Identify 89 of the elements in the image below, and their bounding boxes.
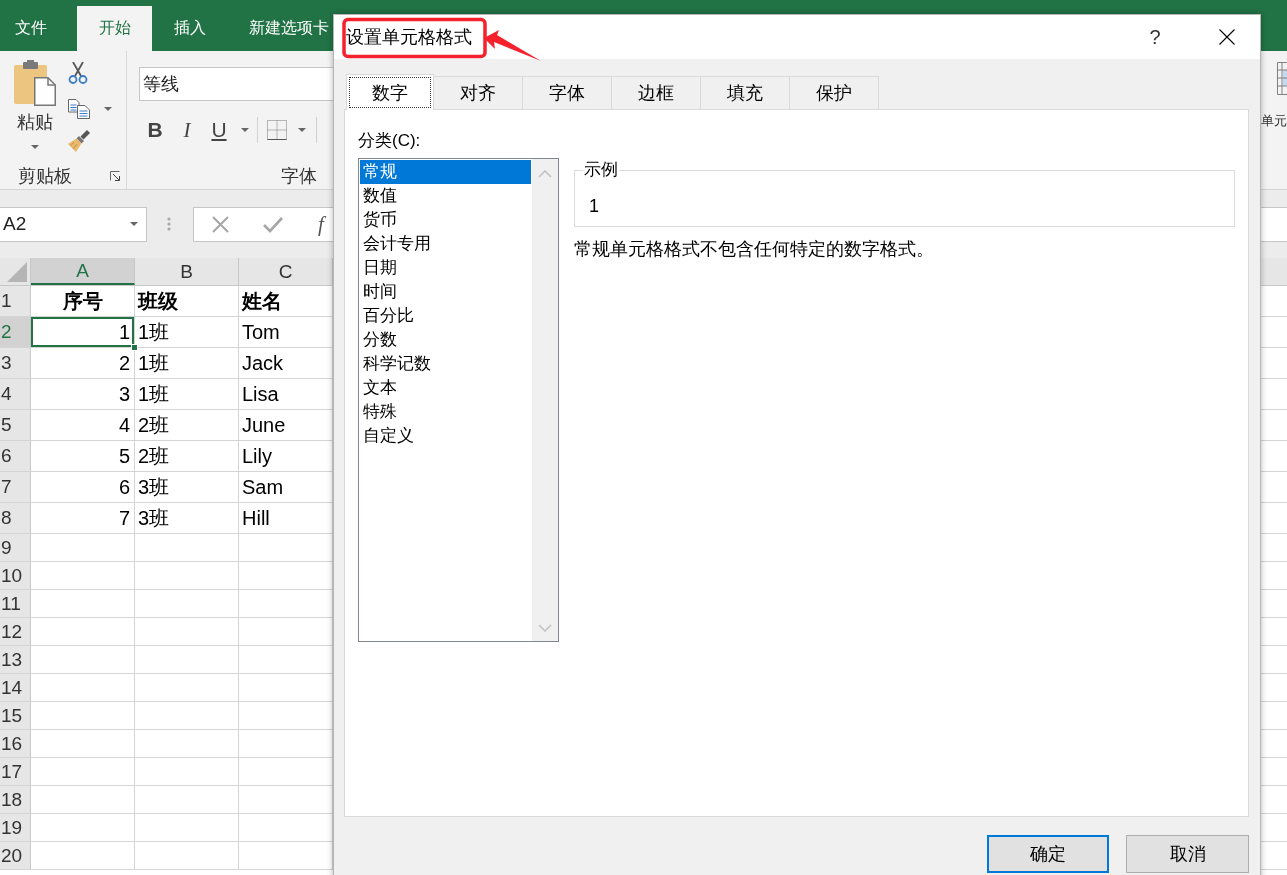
row-header[interactable]: 8 [0, 503, 31, 533]
table-cell: 4 [31, 410, 135, 440]
row-header[interactable]: 13 [0, 646, 31, 673]
dropdown-caret-icon[interactable] [104, 106, 112, 111]
row-header[interactable]: 7 [0, 472, 31, 502]
category-item[interactable]: 特殊 [360, 400, 531, 424]
table-icon[interactable] [1277, 62, 1287, 95]
italic-button[interactable]: I [175, 116, 199, 144]
category-item[interactable]: 数值 [360, 184, 531, 208]
category-item[interactable]: 会计专用 [360, 232, 531, 256]
table-cell: 3班 [135, 503, 239, 533]
cancel-button[interactable]: 取消 [1126, 835, 1249, 873]
ok-button[interactable]: 确定 [987, 835, 1109, 873]
table-cell: 班级 [135, 286, 239, 316]
category-item[interactable]: 分数 [360, 328, 531, 352]
row-header[interactable]: 14 [0, 674, 31, 701]
group-label: 单元 [1261, 112, 1287, 130]
row-header[interactable]: 3 [0, 348, 31, 378]
category-item[interactable]: 文本 [360, 376, 531, 400]
group-label: 示例 [583, 160, 619, 180]
row-header[interactable]: 19 [0, 814, 31, 841]
category-item[interactable]: 自定义 [360, 424, 531, 448]
category-item[interactable]: 科学记数 [360, 352, 531, 376]
name-box[interactable]: A2 [0, 206, 147, 242]
table-cell: 5 [31, 441, 135, 471]
column-header[interactable]: B [135, 258, 239, 285]
row-header[interactable]: 5 [0, 410, 31, 440]
dropdown-caret-icon[interactable] [31, 145, 39, 149]
scissors-icon[interactable] [68, 62, 88, 84]
column-header[interactable]: A [31, 258, 135, 285]
ribbon-tab[interactable]: 插入 [152, 6, 227, 51]
copy-icon[interactable] [68, 98, 90, 119]
dialog-tab[interactable]: 保护 [789, 76, 879, 109]
row-header[interactable]: 11 [0, 590, 31, 617]
help-button[interactable]: ? [1132, 15, 1178, 59]
table-cell: 1班 [135, 379, 239, 409]
category-label: 分类(C): [358, 131, 421, 151]
dialog-tab[interactable]: 数字 [346, 74, 434, 110]
row-header[interactable]: 12 [0, 618, 31, 645]
table-cell: 序号 [31, 286, 135, 316]
category-item[interactable]: 百分比 [360, 304, 531, 328]
row-header[interactable]: 2 [0, 317, 31, 347]
table-cell: 6 [31, 472, 135, 502]
category-item[interactable]: 货币 [360, 208, 531, 232]
row-header[interactable]: 10 [0, 562, 31, 589]
grip-icon [167, 217, 171, 231]
dialog-launcher-icon[interactable] [110, 171, 120, 181]
row-header[interactable]: 6 [0, 441, 31, 471]
clipboard-icon [14, 60, 56, 106]
description-text: 常规单元格格式不包含任何特定的数字格式。 [574, 238, 934, 260]
table-cell: 1 [31, 317, 135, 347]
dropdown-caret-icon[interactable] [298, 128, 306, 132]
underline-button[interactable]: U [207, 116, 231, 144]
table-cell: 3班 [135, 472, 239, 502]
table-cell: 1班 [135, 348, 239, 378]
fill-handle-icon[interactable] [131, 344, 138, 351]
borders-icon[interactable] [267, 120, 287, 140]
row-header[interactable]: 16 [0, 730, 31, 757]
close-icon [1219, 29, 1235, 45]
category-item[interactable]: 日期 [360, 256, 531, 280]
row-header[interactable]: 9 [0, 534, 31, 561]
paste-button[interactable]: 粘贴 [9, 60, 61, 152]
dropdown-caret-icon[interactable] [130, 222, 138, 226]
annotation-arrow [484, 30, 541, 61]
sample-value: 1 [589, 195, 599, 217]
table-cell: 7 [31, 503, 135, 533]
paintbrush-icon[interactable] [68, 130, 90, 152]
row-header[interactable]: 17 [0, 758, 31, 785]
check-icon[interactable] [263, 215, 283, 233]
category-item[interactable]: 常规 [360, 160, 531, 184]
insert-function-button[interactable]: f [318, 211, 324, 237]
ribbon-tab[interactable]: 文件 [0, 6, 77, 51]
category-item[interactable]: 时间 [360, 280, 531, 304]
row-header[interactable]: 4 [0, 379, 31, 409]
row-header[interactable]: 18 [0, 786, 31, 813]
table-cell: 2 [31, 348, 135, 378]
table-cell: 1班 [135, 317, 239, 347]
row-header[interactable]: 1 [0, 286, 31, 316]
group-label: 剪贴板 [17, 165, 72, 188]
table-cell: 2班 [135, 410, 239, 440]
row-header[interactable]: 20 [0, 842, 31, 869]
table-cell: 2班 [135, 441, 239, 471]
dropdown-caret-icon[interactable] [241, 128, 249, 132]
ribbon-tab[interactable]: 开始 [77, 6, 152, 51]
group-label: 字体 [280, 165, 317, 188]
bold-button[interactable]: B [143, 116, 167, 144]
table-cell: 3 [31, 379, 135, 409]
dialog-title: 设置单元格格式 [346, 26, 472, 49]
row-header[interactable]: 15 [0, 702, 31, 729]
